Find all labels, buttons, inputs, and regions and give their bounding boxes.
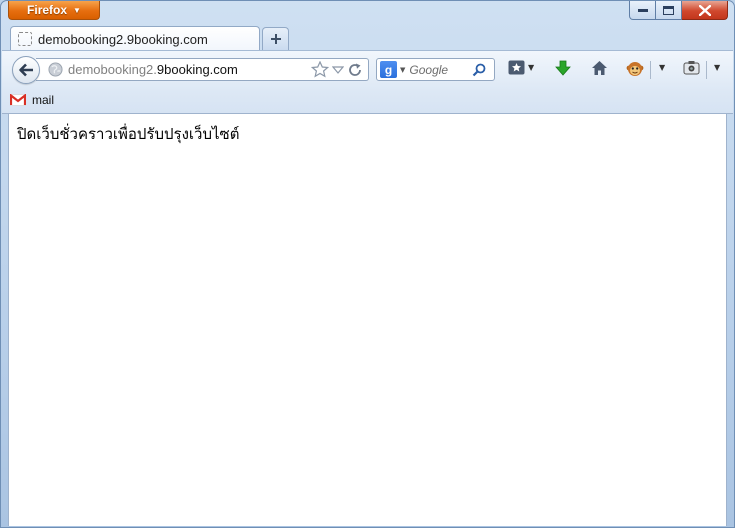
new-tab-button[interactable] [262, 27, 289, 50]
bookmark-mail[interactable]: mail [10, 93, 54, 107]
maximize-icon [663, 5, 674, 15]
minimize-button[interactable] [629, 1, 656, 20]
toolbar-separator [706, 61, 707, 79]
screenshot-dropdown[interactable]: ▼ [711, 63, 720, 72]
firefox-menu-button[interactable]: Firefox ▼ [8, 1, 100, 20]
addon-dropdown[interactable]: ▼ [656, 63, 665, 72]
monkey-icon [626, 62, 644, 76]
back-button[interactable] [12, 56, 40, 84]
close-icon [698, 4, 711, 16]
plus-icon [270, 34, 281, 44]
url-host: 9booking.com [156, 62, 238, 77]
search-bar[interactable]: g ▼ [376, 58, 495, 81]
bookmark-label: mail [32, 93, 55, 107]
gmail-icon [10, 94, 26, 106]
default-favicon-icon [18, 32, 32, 46]
navigation-toolbar: demobooking2.9booking.com g ▼ ▼ [2, 50, 733, 91]
camera-icon [683, 61, 700, 75]
reload-icon[interactable] [347, 62, 363, 78]
maintenance-message: ปิดเว็บชั่วคราวเพื่อปรับปรุงเว็บไซต์ [17, 125, 240, 143]
screenshot-button[interactable] [683, 60, 700, 75]
tab-active[interactable]: demobooking2.9booking.com [10, 26, 260, 51]
minimize-icon [637, 9, 648, 12]
bookmark-star-icon[interactable] [311, 61, 329, 78]
maximize-button[interactable] [656, 1, 682, 20]
google-engine-icon[interactable]: g [380, 61, 397, 78]
chevron-down-icon: ▼ [73, 5, 81, 15]
home-button[interactable] [591, 60, 608, 76]
search-icon[interactable] [472, 63, 486, 77]
addon-monkey-button[interactable] [626, 60, 644, 78]
home-icon [592, 61, 607, 75]
bookmarks-menu-icon [508, 60, 525, 75]
url-bar[interactable]: demobooking2.9booking.com [36, 58, 369, 81]
window-controls [629, 1, 728, 20]
engine-chevron-down-icon[interactable]: ▼ [400, 66, 405, 74]
download-arrow-icon [555, 60, 571, 76]
search-input[interactable] [409, 62, 472, 77]
url-prefix: demobooking2. [68, 62, 157, 77]
page-content: ปิดเว็บชั่วคราวเพื่อปรับปรุงเว็บไซต์ [8, 114, 727, 526]
bookmarks-menu-button[interactable]: ▼ [508, 60, 534, 75]
close-window-button[interactable] [682, 1, 728, 20]
downloads-button[interactable] [555, 60, 571, 76]
chevron-down-icon: ▼ [659, 63, 666, 72]
bookmarks-toolbar: mail [2, 90, 733, 114]
toolbar-separator [650, 61, 651, 79]
back-arrow-icon [19, 63, 33, 77]
url-bar-icons [311, 61, 363, 78]
chevron-down-icon: ▼ [528, 63, 535, 72]
globe-icon [48, 62, 63, 77]
tab-title: demobooking2.9booking.com [38, 31, 208, 47]
browser-window: Firefox ▼ demobooking2.9booking.com demo… [0, 0, 735, 528]
history-dropdown-icon[interactable] [332, 65, 344, 75]
url-text[interactable]: demobooking2.9booking.com [68, 62, 311, 77]
firefox-menu-label: Firefox [27, 3, 68, 17]
chevron-down-icon: ▼ [714, 63, 721, 72]
